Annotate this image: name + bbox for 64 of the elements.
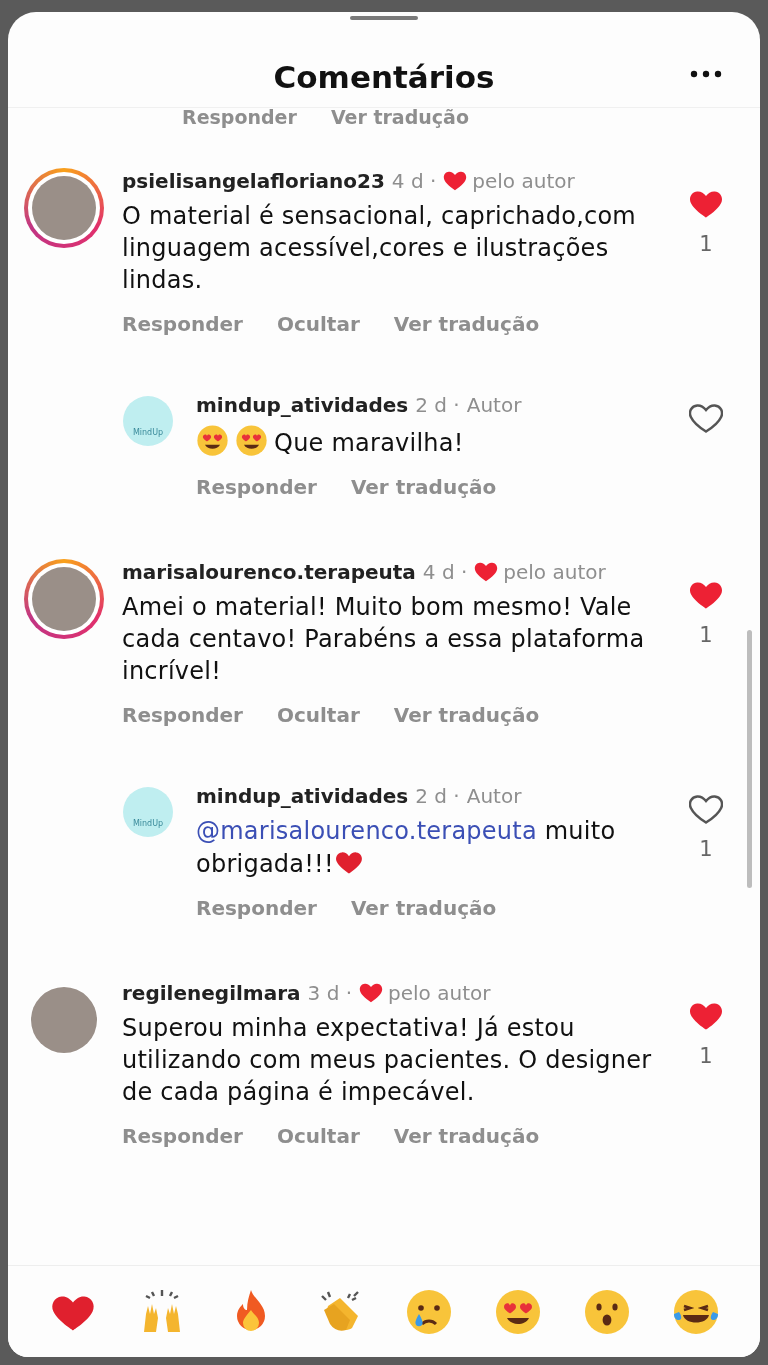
author-label: Autor [466, 392, 522, 419]
scrollbar[interactable] [747, 630, 752, 888]
comment-action-link[interactable]: Responder [196, 894, 317, 922]
liked-by-author-heart-icon [474, 562, 499, 582]
like-heart-icon[interactable] [689, 404, 723, 433]
like-heart-icon[interactable] [689, 581, 723, 610]
heart-eyes-face-icon[interactable] [493, 1287, 542, 1336]
avatar-logo[interactable]: MindUp [123, 396, 173, 446]
timestamp: 3 d · [307, 980, 353, 1007]
heart-eyes-face-icon [235, 424, 268, 457]
avatar-photo-placeholder [32, 176, 96, 240]
timestamp: 2 d · [415, 783, 460, 810]
username[interactable]: regilenegilmara [122, 978, 301, 1008]
comment-text: O material é sensacional, caprichado,com linguagem acessível,cores e ilustrações lindas. [122, 201, 637, 296]
username[interactable]: mindup_atividades [196, 390, 409, 420]
surprised-face-icon[interactable] [582, 1287, 631, 1336]
username[interactable]: psielisangelafloriano23 [122, 166, 385, 196]
reply-link[interactable]: Responder [182, 106, 297, 128]
drag-handle[interactable] [350, 16, 418, 20]
like-count: 1 [699, 836, 713, 863]
comment-action-link[interactable]: Ver tradução [393, 701, 540, 729]
liked-by-author-heart-icon [443, 171, 468, 191]
comment-text: @marisalourenco.terapeuta muito obrigada!!! [196, 816, 617, 880]
like-heart-icon[interactable] [689, 190, 723, 219]
liked-by-author-label: pelo autor [388, 980, 491, 1007]
sheet-title: Comentários [273, 58, 495, 97]
like-count: 1 [699, 1043, 713, 1070]
comment-action-link[interactable]: Ocultar [276, 1122, 360, 1150]
logo-label: MindUp [132, 429, 164, 437]
username[interactable]: marisalourenco.terapeuta [122, 557, 416, 587]
username[interactable]: mindup_atividades [196, 781, 409, 811]
comment-text: Superou minha expectativa! Já estou utilizando com meus pacientes. O designer de cada página é impecável. [122, 1013, 653, 1108]
like-count: 1 [699, 622, 713, 649]
comment-action-link[interactable]: Responder [122, 701, 243, 729]
comment-action-link[interactable]: Ver tradução [393, 310, 540, 338]
liked-by-author-label: pelo autor [503, 559, 606, 586]
mention-link[interactable]: @marisalourenco.terapeuta [196, 817, 537, 845]
avatar-photo-placeholder [32, 567, 96, 631]
avatar-logo[interactable]: MindUp [123, 787, 173, 837]
reply-link[interactable]: Ver tradução [330, 106, 469, 128]
liked-by-author-label: pelo autor [472, 168, 575, 195]
timestamp: 4 d · [422, 559, 468, 586]
timestamp: 2 d · [415, 392, 460, 419]
comment-action-link[interactable]: Responder [196, 473, 317, 501]
more-options-icon[interactable] [690, 70, 722, 78]
comment-text: Amei o material! Muito bom mesmo! Vale cada centavo! Parabéns a essa plataforma incrível! [122, 592, 646, 687]
timestamp: 4 d · [391, 168, 437, 195]
crying-face-icon[interactable] [404, 1287, 453, 1336]
logo-label: MindUp [132, 820, 164, 828]
like-heart-icon[interactable] [689, 1002, 723, 1031]
comment-action-link[interactable]: Responder [122, 310, 243, 338]
comment-action-link[interactable]: Ver tradução [350, 473, 497, 501]
author-label: Autor [466, 783, 522, 810]
comment-action-link[interactable]: Ocultar [276, 701, 360, 729]
comment-text: Que maravilha! [196, 424, 674, 459]
comment-action-link[interactable]: Ocultar [276, 310, 360, 338]
heart-eyes-face-icon [196, 424, 229, 457]
like-count: 1 [699, 231, 713, 258]
like-heart-icon[interactable] [689, 795, 723, 824]
liked-by-author-heart-icon [359, 983, 384, 1003]
laughing-face-icon[interactable] [671, 1287, 720, 1336]
comment-action-link[interactable]: Responder [122, 1122, 243, 1150]
comment-action-link[interactable]: Ver tradução [393, 1122, 540, 1150]
comment-action-link[interactable]: Ver tradução [350, 894, 497, 922]
